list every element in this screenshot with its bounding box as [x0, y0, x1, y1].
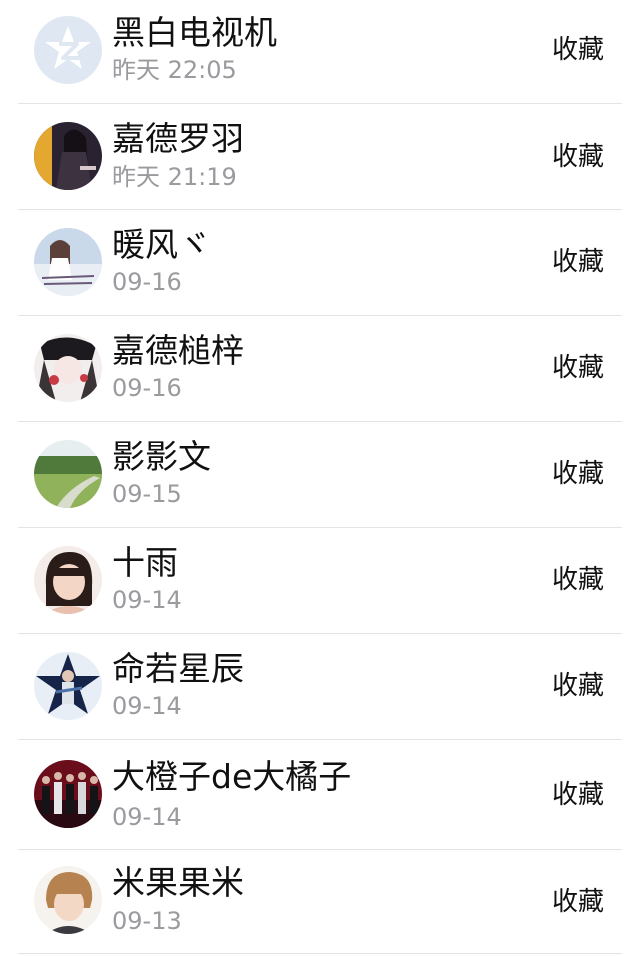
contact-time: 09-16 [112, 268, 182, 296]
contact-name: 嘉德罗羽 [112, 119, 244, 158]
list-item[interactable]: 大橙子de大橘子 09-14 收藏 [0, 740, 640, 850]
boy-portrait-photo [34, 866, 102, 934]
girl-dark-photo [34, 122, 102, 190]
avatar[interactable] [34, 760, 102, 828]
contact-time: 09-15 [112, 480, 182, 508]
divider [18, 953, 622, 954]
contact-time: 09-14 [112, 803, 182, 831]
performer-star-photo [34, 652, 102, 720]
grass-road-photo [34, 440, 102, 508]
contact-list: 黑白电视机 昨天 22:05 收藏 嘉德罗羽 昨天 21:19 收藏 暖风ヾ 0… [0, 0, 640, 956]
girl-beach-photo [34, 228, 102, 296]
avatar[interactable] [34, 546, 102, 614]
contact-name: 暖风ヾ [112, 225, 211, 264]
list-item[interactable]: 黑白电视机 昨天 22:05 收藏 [0, 0, 640, 104]
favorite-button[interactable]: 收藏 [552, 30, 604, 70]
contact-time: 昨天 22:05 [112, 56, 237, 84]
avatar[interactable] [34, 122, 102, 190]
anime-girl-photo [34, 334, 102, 402]
list-item[interactable]: 十雨 09-14 收藏 [0, 528, 640, 634]
contact-time: 09-14 [112, 692, 182, 720]
contact-time: 09-13 [112, 907, 182, 935]
contact-name: 大橙子de大橘子 [112, 757, 352, 796]
favorite-button[interactable]: 收藏 [552, 666, 604, 706]
favorite-button[interactable]: 收藏 [552, 137, 604, 177]
list-item[interactable]: 暖风ヾ 09-16 收藏 [0, 210, 640, 316]
favorite-button[interactable]: 收藏 [552, 242, 604, 282]
favorite-button[interactable]: 收藏 [552, 560, 604, 600]
avatar[interactable] [34, 866, 102, 934]
favorite-button[interactable]: 收藏 [552, 775, 604, 815]
qzone-logo-icon [34, 16, 102, 84]
contact-name: 嘉德槌梓 [112, 331, 244, 370]
contact-time: 09-16 [112, 374, 182, 402]
favorite-button[interactable]: 收藏 [552, 454, 604, 494]
avatar[interactable] [34, 16, 102, 84]
group-stage-photo [34, 760, 102, 828]
avatar[interactable] [34, 440, 102, 508]
avatar[interactable] [34, 228, 102, 296]
contact-name: 十雨 [112, 543, 178, 582]
list-item[interactable]: 嘉德槌梓 09-16 收藏 [0, 316, 640, 422]
avatar[interactable] [34, 334, 102, 402]
avatar[interactable] [34, 652, 102, 720]
list-item[interactable]: 米果果米 09-13 收藏 [0, 850, 640, 956]
list-item[interactable]: 嘉德罗羽 昨天 21:19 收藏 [0, 104, 640, 210]
child-portrait-photo [34, 546, 102, 614]
favorite-button[interactable]: 收藏 [552, 882, 604, 922]
contact-name: 黑白电视机 [112, 13, 277, 52]
contact-name: 命若星辰 [112, 649, 244, 688]
contact-time: 昨天 21:19 [112, 163, 237, 191]
favorite-button[interactable]: 收藏 [552, 348, 604, 388]
contact-time: 09-14 [112, 586, 182, 614]
contact-name: 米果果米 [112, 863, 244, 902]
contact-name: 影影文 [112, 437, 211, 476]
list-item[interactable]: 影影文 09-15 收藏 [0, 422, 640, 528]
list-item[interactable]: 命若星辰 09-14 收藏 [0, 634, 640, 740]
